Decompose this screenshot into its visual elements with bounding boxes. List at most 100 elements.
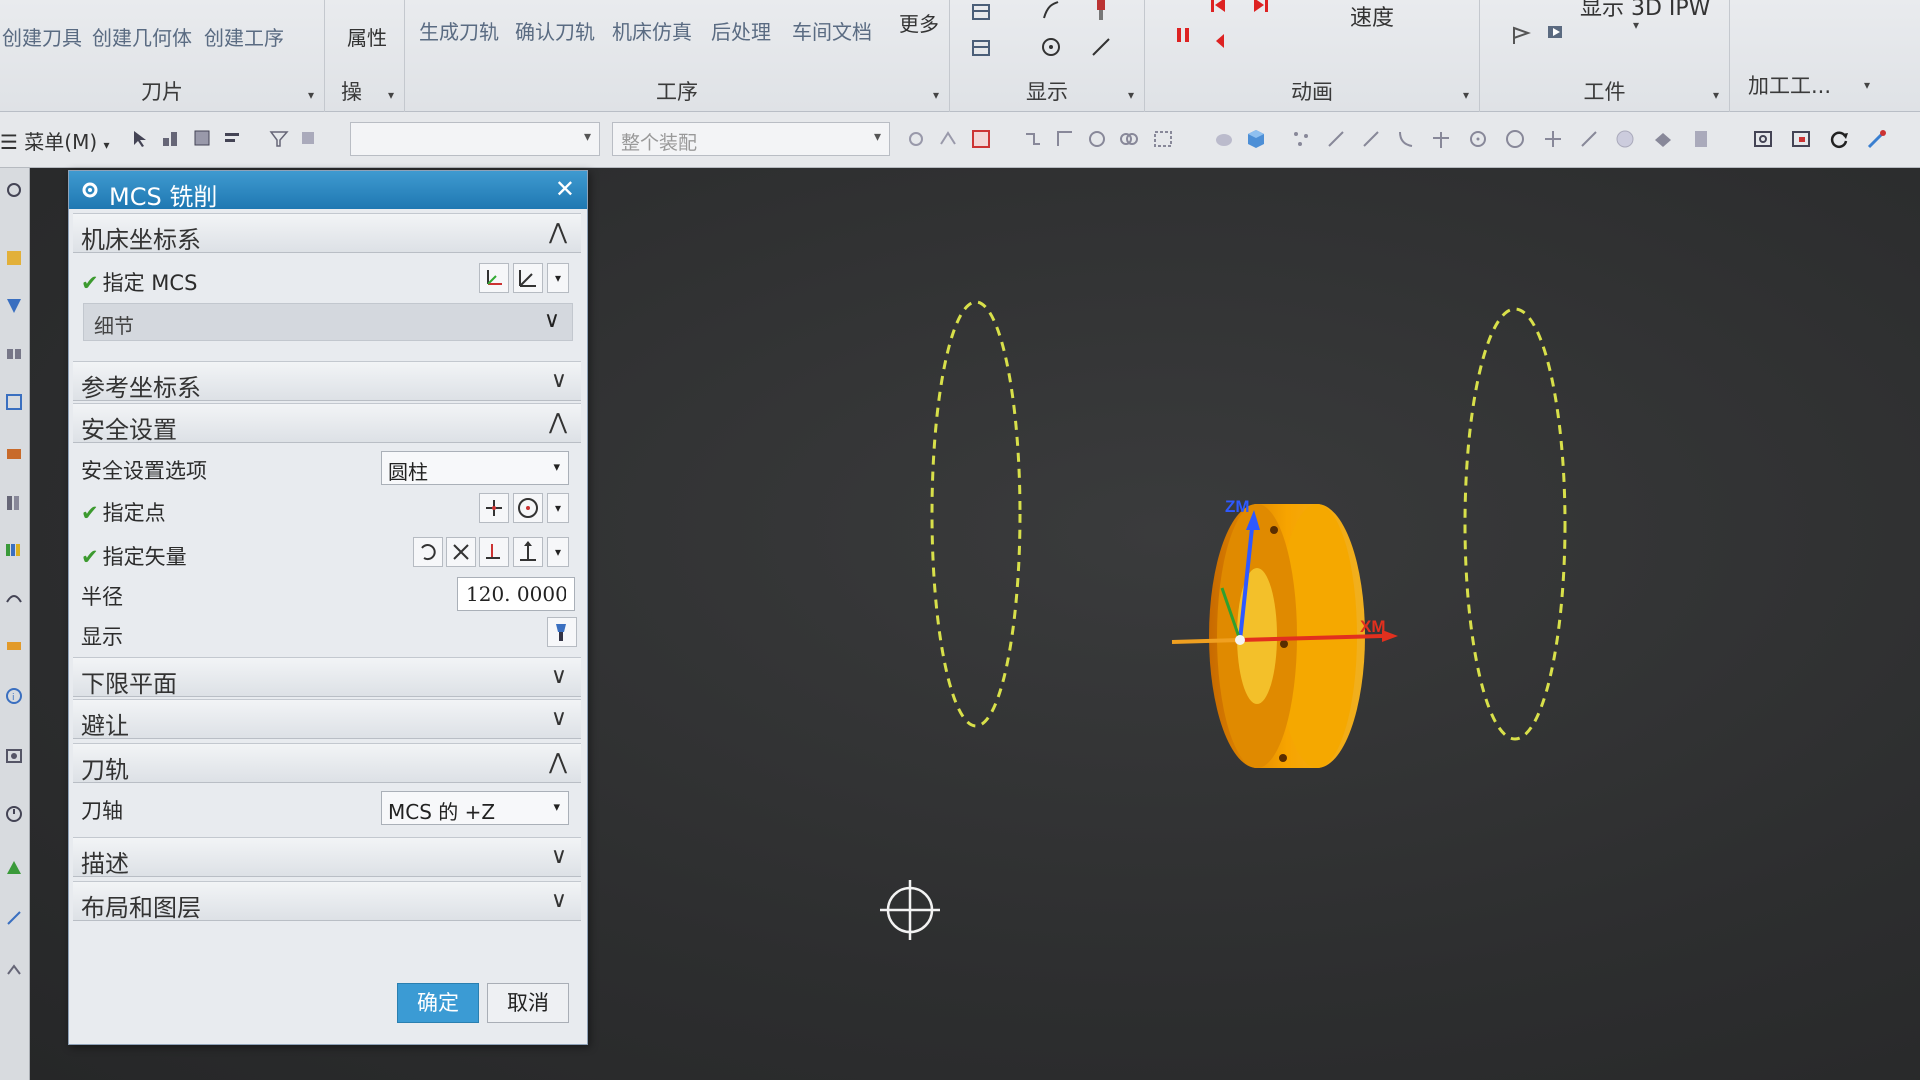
library-icon[interactable]: [4, 493, 24, 513]
curve-icon[interactable]: [1040, 0, 1062, 22]
filter-icon[interactable]: [268, 128, 290, 150]
more-button[interactable]: 更多: [899, 8, 939, 37]
snap-icon[interactable]: [905, 128, 927, 150]
reverse-direction-button[interactable]: [413, 537, 443, 567]
ok-button[interactable]: 确定: [397, 983, 479, 1023]
zoom-window-icon[interactable]: [1790, 128, 1812, 150]
verify-toolpath-button[interactable]: 确认刀轨: [515, 16, 595, 45]
assembly-scope-select[interactable]: 整个装配 ▾: [612, 122, 890, 156]
chevron-down-icon[interactable]: ▾: [547, 263, 569, 293]
chevron-down-icon[interactable]: ▾: [388, 88, 394, 102]
chevron-down-icon[interactable]: ▾: [547, 493, 569, 523]
circle-select-icon[interactable]: [1086, 128, 1108, 150]
section-safe-settings[interactable]: 安全设置 ⋀: [73, 403, 581, 444]
curve-rule-icon[interactable]: [1022, 128, 1044, 150]
select-box-icon[interactable]: [970, 128, 992, 150]
chevron-down-icon[interactable]: ▾: [1463, 88, 1469, 102]
pan-icon[interactable]: [1866, 128, 1888, 150]
tool-axis-select[interactable]: MCS 的 +Z ▾: [381, 791, 569, 825]
palette-icon[interactable]: [4, 540, 24, 560]
part-navigator-icon[interactable]: [4, 248, 24, 268]
select-icon[interactable]: [130, 128, 152, 150]
close-icon[interactable]: ✕: [555, 175, 575, 203]
line-icon[interactable]: [1360, 128, 1382, 150]
surface-icon[interactable]: [1614, 128, 1636, 150]
roles-icon[interactable]: [4, 636, 24, 656]
perpendicular-icon[interactable]: [1430, 128, 1452, 150]
point-dialog-button[interactable]: [479, 493, 509, 523]
flag-play-icon[interactable]: [1545, 22, 1567, 44]
show-3d-ipw-button[interactable]: 显示 3D IPW: [1580, 0, 1710, 22]
scatter-icon[interactable]: [1290, 128, 1312, 150]
point-inferred-button[interactable]: [513, 493, 543, 523]
csys-inferred-button[interactable]: [513, 263, 543, 293]
web-icon[interactable]: [4, 746, 24, 766]
menu-button[interactable]: ☰ 菜单(M) ▾: [0, 126, 110, 155]
pause-icon[interactable]: [1172, 24, 1194, 46]
operation-navigator-icon[interactable]: [4, 296, 24, 316]
filter-reset-icon[interactable]: [298, 128, 320, 150]
circle-icon[interactable]: [1504, 128, 1526, 150]
history-icon[interactable]: i: [4, 686, 24, 706]
postprocess-button[interactable]: 后处理: [711, 16, 771, 45]
arc-icon[interactable]: [1395, 128, 1417, 150]
generate-toolpath-button[interactable]: 生成刀轨: [419, 16, 499, 45]
rotate-icon[interactable]: [1828, 128, 1850, 150]
section-lower-plane[interactable]: 下限平面 ∨: [73, 657, 581, 698]
line-icon[interactable]: [1090, 36, 1112, 58]
edge-icon[interactable]: [1054, 128, 1076, 150]
section-avoidance[interactable]: 避让 ∨: [73, 699, 581, 740]
line-icon[interactable]: [1578, 128, 1600, 150]
sketch-icon[interactable]: [4, 908, 24, 928]
clock-icon[interactable]: [4, 804, 24, 824]
vector-cross-button[interactable]: [446, 537, 476, 567]
chevron-down-icon[interactable]: ▾: [1713, 88, 1719, 102]
vector-inferred-button[interactable]: [513, 537, 543, 567]
create-tool-button[interactable]: 创建刀具: [2, 22, 82, 51]
details-subsection[interactable]: 细节 ∨: [83, 303, 573, 341]
settings-icon[interactable]: [4, 180, 24, 200]
plane-icon[interactable]: [1652, 128, 1674, 150]
create-geometry-button[interactable]: 创建几何体: [92, 22, 192, 51]
safe-option-select[interactable]: 圆柱 ▾: [381, 451, 569, 485]
constraint-navigator-icon[interactable]: [4, 392, 24, 412]
type-filter-select[interactable]: ▾: [350, 122, 600, 156]
flag-icon[interactable]: [1510, 24, 1532, 46]
create-operation-button[interactable]: 创建工序: [204, 22, 284, 51]
cube-icon[interactable]: [1245, 128, 1267, 150]
reuse-library-icon[interactable]: [4, 858, 24, 878]
layers-icon[interactable]: [970, 38, 992, 60]
section-machine-cs[interactable]: 机床坐标系 ⋀: [73, 213, 581, 254]
section-reference-cs[interactable]: 参考坐标系 ∨: [73, 361, 581, 402]
chevron-down-icon[interactable]: ▾: [1864, 78, 1870, 92]
fit-view-icon[interactable]: [1752, 128, 1774, 150]
dialog-title-bar[interactable]: MCS 铣削 ✕: [69, 171, 587, 211]
chevron-down-icon[interactable]: ▾: [308, 88, 314, 102]
cancel-button[interactable]: 取消: [487, 983, 569, 1023]
sheet-icon[interactable]: [1690, 128, 1712, 150]
snap-point-icon[interactable]: [937, 128, 959, 150]
machine-tool-icon[interactable]: [4, 443, 24, 463]
section-tool-axis[interactable]: 刀轨 ⋀: [73, 743, 581, 784]
assembly-navigator-icon[interactable]: [4, 344, 24, 364]
center-point-icon[interactable]: [1467, 128, 1489, 150]
line-icon[interactable]: [1325, 128, 1347, 150]
rectangle-select-icon[interactable]: [1152, 128, 1174, 150]
forward-icon[interactable]: [1250, 0, 1272, 14]
csys-dialog-button[interactable]: [479, 263, 509, 293]
vector-dialog-button[interactable]: [479, 537, 509, 567]
chevron-down-icon[interactable]: ▾: [547, 537, 569, 567]
properties-button[interactable]: 属性: [347, 22, 387, 51]
flashlight-icon[interactable]: [547, 617, 577, 647]
select-chain-icon[interactable]: [160, 128, 182, 150]
step-back-icon[interactable]: [1210, 30, 1232, 52]
tool-icon[interactable]: [1090, 0, 1112, 22]
select-feature-icon[interactable]: [222, 128, 244, 150]
section-description[interactable]: 描述 ∨: [73, 837, 581, 878]
select-face-icon[interactable]: [192, 128, 214, 150]
machine-simulation-button[interactable]: 机床仿真: [612, 16, 692, 45]
chevron-down-icon[interactable]: ▾: [933, 88, 939, 102]
tool-icon[interactable]: [4, 958, 24, 978]
chevron-down-icon[interactable]: ▾: [1633, 18, 1639, 32]
point-icon[interactable]: [1040, 36, 1062, 58]
